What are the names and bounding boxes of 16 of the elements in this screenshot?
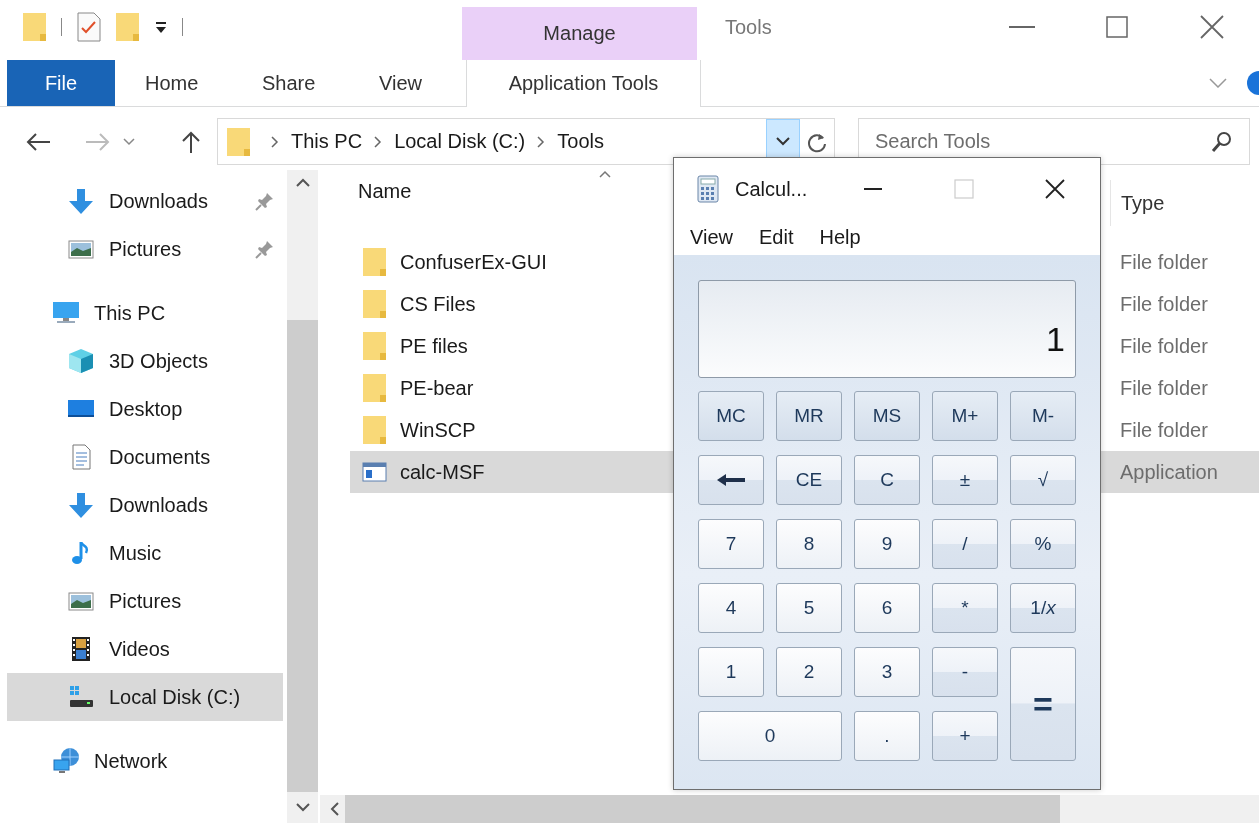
file-name: ConfuserEx-GUI <box>400 250 547 274</box>
file-name: PE-bear <box>400 376 474 400</box>
file-name: CS Files <box>400 292 476 316</box>
file-type: File folder <box>1119 418 1208 442</box>
window-title: Tools <box>725 14 773 40</box>
file-type: File folder <box>1119 292 1208 316</box>
window-title: Calcul... <box>735 177 809 201</box>
context-tab-group-label: Manage <box>462 7 697 60</box>
file-type: Application <box>1119 460 1218 484</box>
file-name: WinSCP <box>400 418 476 442</box>
calculator-display: 1 <box>698 280 1076 378</box>
file-type: File folder <box>1119 334 1208 358</box>
file-type: File folder <box>1119 376 1208 400</box>
file-name: calc-MSF <box>400 460 485 484</box>
file-type: File folder <box>1119 250 1208 274</box>
file-name: PE files <box>400 334 468 358</box>
